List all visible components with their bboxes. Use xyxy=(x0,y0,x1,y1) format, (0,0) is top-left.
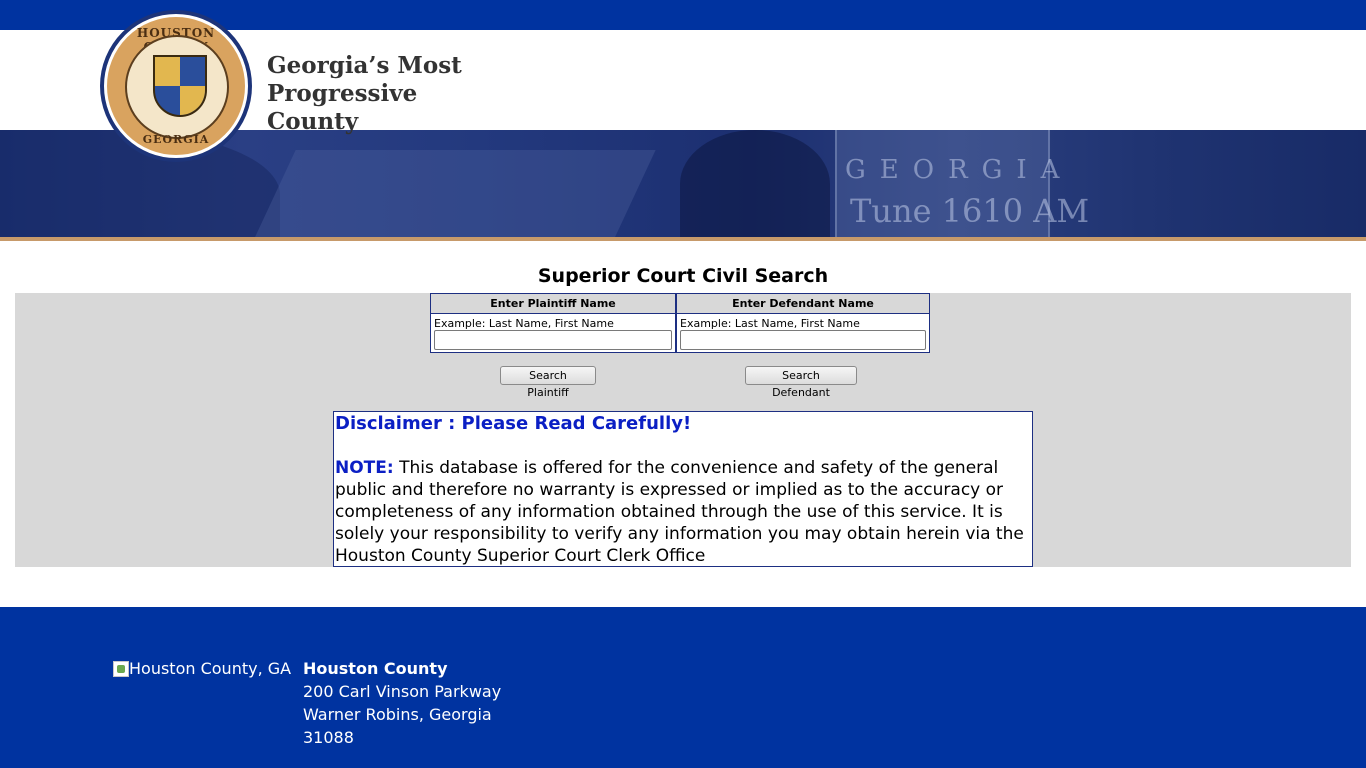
plaintiff-header: Enter Plaintiff Name xyxy=(431,294,675,314)
note-label: NOTE: xyxy=(335,458,394,478)
defendant-column: Enter Defendant Name Example: Last Name,… xyxy=(677,293,930,353)
plaintiff-column: Enter Plaintiff Name Example: Last Name,… xyxy=(430,293,677,353)
plaintiff-hint: Example: Last Name, First Name xyxy=(434,317,614,330)
footer-org-name: Houston County xyxy=(303,659,448,678)
footer-address-line-2: Warner Robins, Georgia xyxy=(303,705,492,724)
banner-roof xyxy=(244,150,656,238)
banner-divider xyxy=(0,237,1366,241)
county-seal-logo[interactable]: HOUSTON COUNTY 1821 GEORGIA xyxy=(100,10,252,162)
defendant-header: Enter Defendant Name xyxy=(677,294,929,314)
disclaimer-box: Disclaimer : Please Read Carefully! NOTE… xyxy=(333,411,1033,567)
search-form-table: Enter Plaintiff Name Example: Last Name,… xyxy=(430,293,936,353)
defendant-name-input[interactable] xyxy=(680,330,926,350)
plaintiff-name-input[interactable] xyxy=(434,330,672,350)
disclaimer-heading: Disclaimer : Please Read Carefully! xyxy=(335,413,692,434)
footer-zip: 31088 xyxy=(303,728,354,747)
tagline-line-2: Progressive County xyxy=(267,80,418,135)
shield-icon xyxy=(153,55,207,117)
banner-tree xyxy=(680,130,830,238)
page-title: Superior Court Civil Search xyxy=(537,265,829,287)
search-plaintiff-button[interactable]: Search Plaintiff xyxy=(500,366,596,399)
footer-address-line-1: 200 Carl Vinson Parkway xyxy=(303,682,502,701)
note-text: This database is offered for the conveni… xyxy=(335,458,1024,566)
seal-body: HOUSTON COUNTY 1821 GEORGIA xyxy=(104,14,248,158)
search-defendant-button[interactable]: Search Defendant xyxy=(745,366,857,399)
footer-logo-alt: Houston County, GA xyxy=(129,659,292,678)
broken-image-icon xyxy=(113,661,129,677)
footer: Houston County, GA Houston County 200 Ca… xyxy=(0,607,1366,768)
disclaimer-text: NOTE: This database is offered for the c… xyxy=(335,457,1032,567)
footer-address: Houston County 200 Carl Vinson Parkway W… xyxy=(303,657,501,749)
defendant-hint: Example: Last Name, First Name xyxy=(680,317,860,330)
banner-sign-word: GEORGIA xyxy=(845,155,1074,185)
site-tagline[interactable]: Georgia’s Most Progressive County xyxy=(267,52,507,136)
seal-bottom-text: GEORGIA xyxy=(142,133,210,146)
footer-logo[interactable]: Houston County, GA xyxy=(113,659,291,679)
banner-sign-radio: Tune 1610 AM xyxy=(850,192,1090,230)
tagline-line-1: Georgia’s Most xyxy=(267,52,462,79)
